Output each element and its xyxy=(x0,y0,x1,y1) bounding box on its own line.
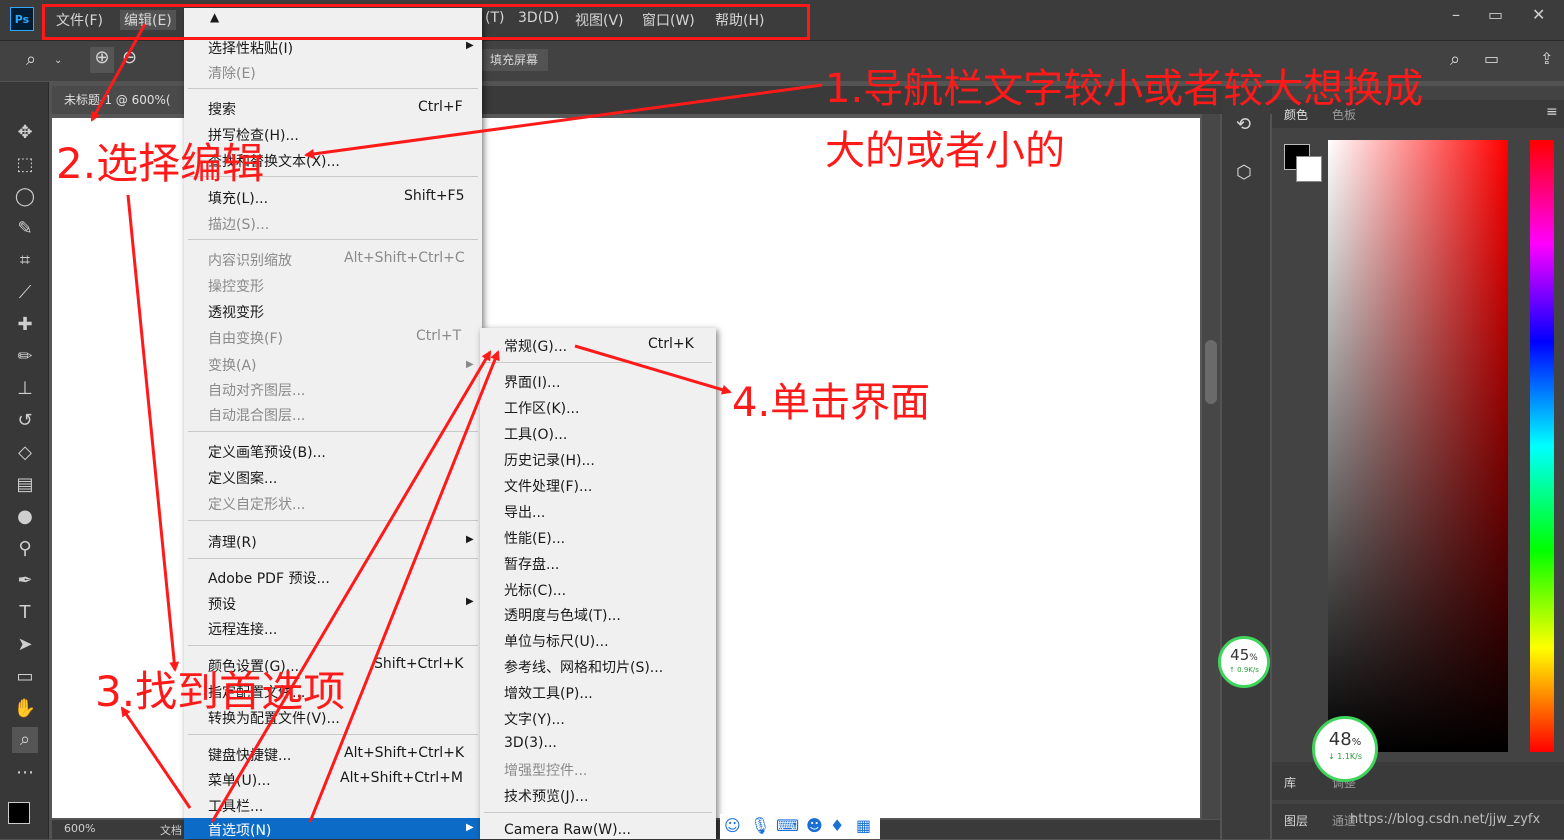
arrow-step2-to-step3 xyxy=(126,194,180,672)
arrow-step4 xyxy=(574,344,732,395)
arrow-step1 xyxy=(304,83,823,159)
annotation-step1: 1.导航栏文字较小或者较大想换成 xyxy=(825,66,1424,112)
watermark: https://blog.csdn.net/jjw_zyfx xyxy=(1350,812,1541,827)
arrow-step3-to-submenu xyxy=(210,350,492,823)
annotation-step1-cont: 大的或者小的 xyxy=(825,128,1065,174)
arrow-edit-menu xyxy=(90,23,147,122)
annotation-step2: 2.选择编辑 xyxy=(56,139,265,188)
annotation-step3: 3.找到首选项 xyxy=(95,667,346,716)
annotation-step4: 4.单击界面 xyxy=(732,380,931,426)
arrow-preferences-to-submenu xyxy=(308,350,500,823)
arrow-step3 xyxy=(120,706,192,809)
